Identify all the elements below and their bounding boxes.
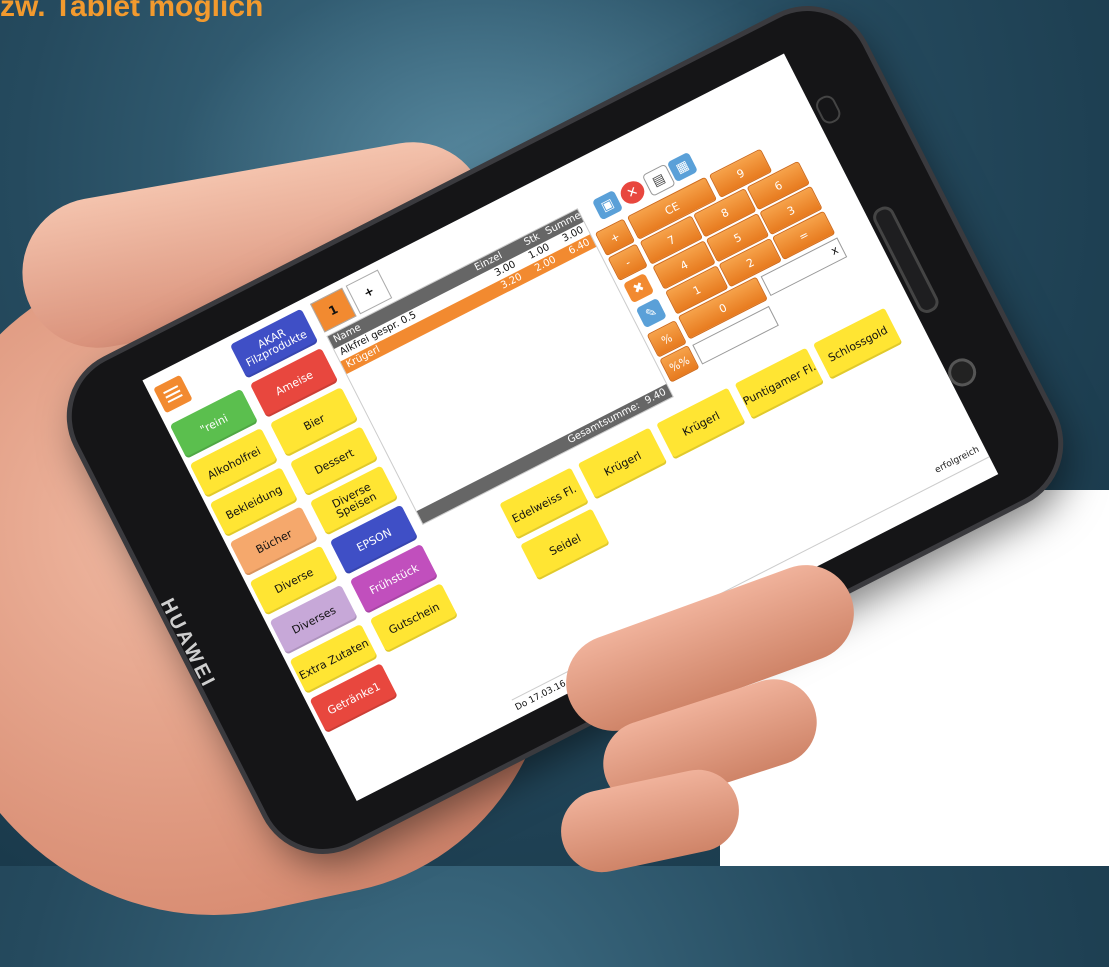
category-label: Dessert xyxy=(312,445,356,477)
category-label: "reini xyxy=(197,411,230,437)
category-label: Bücher xyxy=(253,526,295,556)
hand-finger xyxy=(553,762,747,880)
category-label: Bekleidung xyxy=(223,482,285,522)
category-label: Getränke1 xyxy=(325,679,383,718)
category-label: Ameise xyxy=(273,367,316,398)
discount-icon[interactable]: ✖ xyxy=(622,272,655,304)
category-label: Frühstück xyxy=(367,560,421,597)
user-terminal-icon[interactable]: ▣ xyxy=(591,189,624,221)
menu-button[interactable] xyxy=(153,374,193,414)
keypad: ▣ ✕ ▤ ▦ + CE 9 - 7 8 6 ✖ 4 5 3 ✎ 1 2 = %… xyxy=(579,91,848,383)
category-label: EPSON xyxy=(354,525,394,554)
total-value: 9.40 xyxy=(643,386,669,407)
category-label: Diverses xyxy=(289,603,338,637)
category-label: Diverse xyxy=(272,565,316,596)
product-button[interactable]: Puntigamer Fl. xyxy=(734,347,825,420)
category-label: Alkoholfrei xyxy=(205,443,263,482)
category-label: Gutschein xyxy=(386,599,442,637)
product-button[interactable]: Schlossgold xyxy=(813,307,903,380)
category-label: Bier xyxy=(301,411,327,433)
cancel-icon[interactable]: ✕ xyxy=(616,177,649,208)
edit-icon[interactable]: ✎ xyxy=(635,297,668,329)
headline: zw. Tablet möglich xyxy=(0,0,264,23)
